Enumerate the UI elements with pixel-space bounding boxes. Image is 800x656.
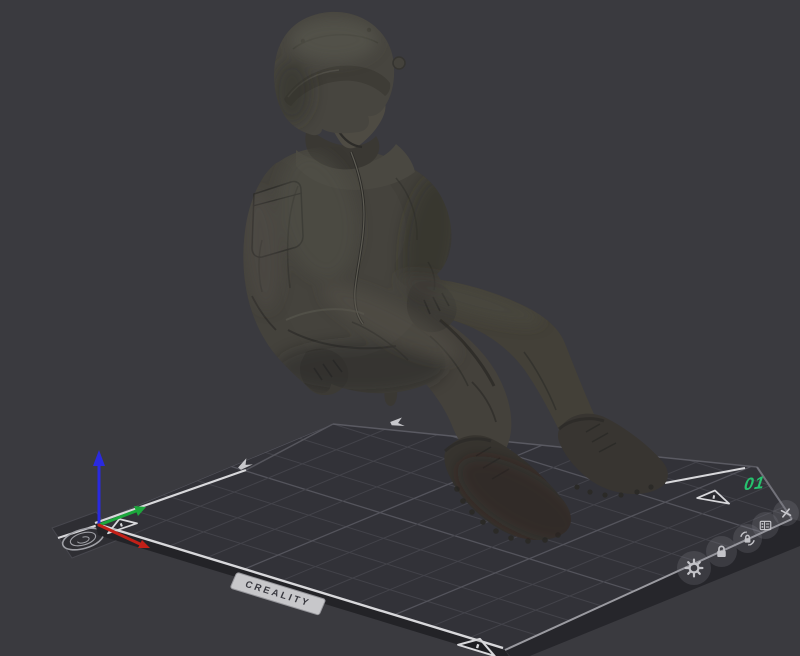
plate-number-label: 01 <box>742 472 767 495</box>
x-icon <box>780 508 792 518</box>
viewport-3d[interactable]: CREALITY 01 <box>0 0 800 656</box>
helmet-visor-mount <box>392 56 406 70</box>
gear-icon <box>684 558 704 578</box>
padlock-icon <box>717 545 726 558</box>
plate-close-button[interactable] <box>773 500 799 526</box>
plate-list-icon <box>759 520 772 531</box>
